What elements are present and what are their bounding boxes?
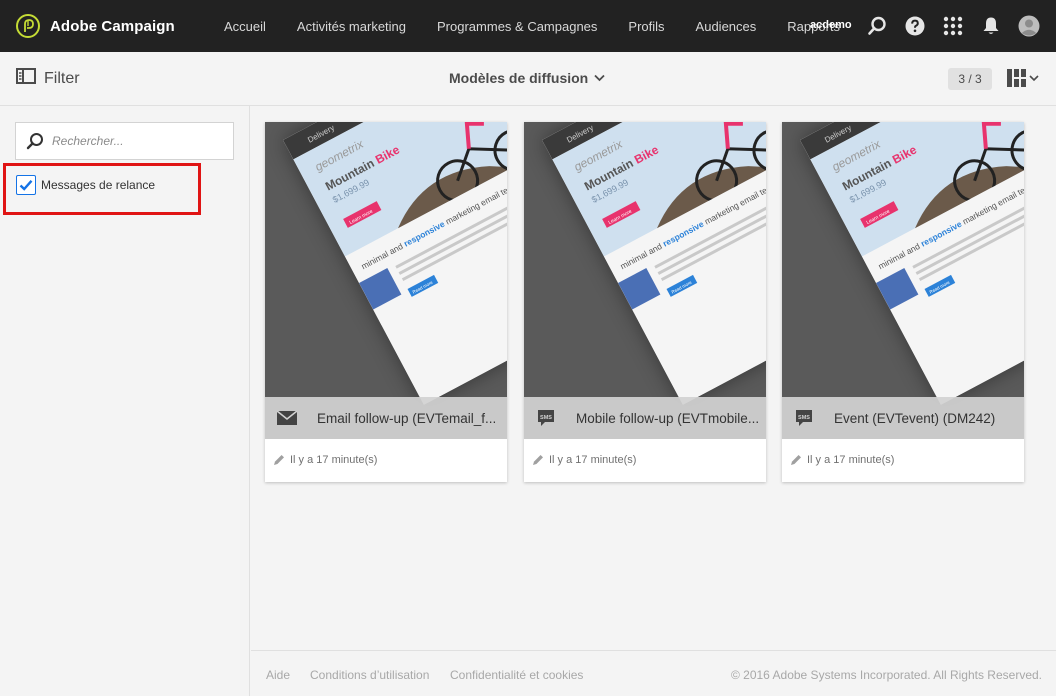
- last-modified: Il y a 17 minute(s): [290, 454, 378, 466]
- template-caption: SMS Event (EVTevent) (DM242): [782, 397, 1024, 439]
- filter-label: Filter: [44, 69, 80, 87]
- bell-icon[interactable]: [979, 14, 1003, 38]
- template-thumbnail: Delivery geometrix Mountain Bike $1,699.…: [524, 122, 766, 439]
- messages-de-relance-checkbox[interactable]: [16, 175, 36, 195]
- email-preview-image: Delivery geometrix Mountain Bike $1,699.…: [542, 122, 766, 405]
- last-modified: Il y a 17 minute(s): [807, 454, 895, 466]
- card-meta: Il y a 17 minute(s): [273, 454, 377, 466]
- sms-icon: SMS: [524, 409, 568, 427]
- footer: Aide Conditions d’utilisation Confidenti…: [251, 650, 1056, 696]
- brand[interactable]: Adobe Campaign: [16, 14, 175, 38]
- card-meta: Il y a 17 minute(s): [790, 454, 894, 466]
- template-caption: SMS Mobile follow-up (EVTmobile...: [524, 397, 766, 439]
- adobe-campaign-logo-icon: [16, 14, 40, 38]
- checkmark-icon: [19, 179, 33, 191]
- footer-link-aide[interactable]: Aide: [266, 668, 290, 682]
- email-preview-image: Delivery geometrix Mountain Bike $1,699.…: [800, 122, 1024, 405]
- nav-item-audiences[interactable]: Audiences: [696, 19, 757, 34]
- template-title: Event (EVTevent) (DM242): [834, 410, 996, 426]
- count-badge: 3 / 3: [948, 68, 992, 90]
- svg-text:SMS: SMS: [540, 415, 552, 421]
- card-meta: Il y a 17 minute(s): [532, 454, 636, 466]
- search-box[interactable]: [15, 122, 234, 160]
- template-title: Mobile follow-up (EVTmobile...: [576, 410, 760, 426]
- pencil-icon: [790, 454, 802, 466]
- app-grid-icon[interactable]: [941, 14, 965, 38]
- chevron-down-icon: [594, 74, 605, 82]
- sub-header: Filter Modèles de diffusion 3 / 3: [0, 52, 1056, 106]
- top-navigation-bar: Adobe Campaign Accueil Activités marketi…: [0, 0, 1056, 52]
- template-thumbnail: Delivery geometrix Mountain Bike $1,699.…: [265, 122, 507, 439]
- footer-link-conditions[interactable]: Conditions d’utilisation: [310, 668, 429, 682]
- template-caption: Email follow-up (EVTemail_f...: [265, 397, 507, 439]
- nav-item-profils[interactable]: Profils: [628, 19, 664, 34]
- filter-option-messages-de-relance[interactable]: Messages de relance: [3, 163, 201, 215]
- svg-text:SMS: SMS: [798, 415, 810, 421]
- template-card[interactable]: Delivery geometrix Mountain Bike $1,699.…: [265, 122, 507, 482]
- copyright: © 2016 Adobe Systems Incorporated. All R…: [730, 668, 1042, 682]
- footer-link-confidentialite[interactable]: Confidentialité et cookies: [450, 668, 583, 682]
- view-switch-button[interactable]: [1007, 69, 1039, 87]
- sms-icon: SMS: [782, 409, 826, 427]
- last-modified: Il y a 17 minute(s): [549, 454, 637, 466]
- view-title: Modèles de diffusion: [449, 70, 589, 86]
- user-name: acdemo: [810, 19, 852, 31]
- card-view-icon: [1007, 69, 1026, 87]
- filter-toggle-button[interactable]: Filter: [16, 68, 80, 89]
- pencil-icon: [273, 454, 285, 466]
- search-icon: [26, 132, 44, 150]
- filter-option-label: Messages de relance: [41, 178, 156, 192]
- email-preview-image: Delivery geometrix Mountain Bike $1,699.…: [283, 122, 507, 405]
- pencil-icon: [532, 454, 544, 466]
- nav-item-accueil[interactable]: Accueil: [224, 19, 266, 34]
- template-card[interactable]: Delivery geometrix Mountain Bike $1,699.…: [782, 122, 1024, 482]
- search-icon[interactable]: [865, 14, 889, 38]
- help-icon[interactable]: [903, 14, 927, 38]
- filter-panel-icon: [16, 68, 36, 89]
- user-avatar-icon[interactable]: [1017, 14, 1041, 38]
- chevron-down-icon: [1029, 74, 1039, 82]
- app-name: Adobe Campaign: [50, 17, 175, 35]
- search-input[interactable]: [52, 134, 222, 148]
- main-nav: Accueil Activités marketing Programmes &…: [224, 0, 840, 52]
- nav-item-programmes-campagnes[interactable]: Programmes & Campagnes: [437, 19, 597, 34]
- view-title-dropdown[interactable]: Modèles de diffusion: [449, 70, 605, 86]
- template-grid: Delivery geometrix Mountain Bike $1,699.…: [251, 106, 1056, 650]
- template-title: Email follow-up (EVTemail_f...: [317, 410, 497, 426]
- envelope-icon: [265, 411, 309, 425]
- filter-panel: Messages de relance: [0, 106, 250, 696]
- nav-item-activites-marketing[interactable]: Activités marketing: [297, 19, 406, 34]
- template-card[interactable]: Delivery geometrix Mountain Bike $1,699.…: [524, 122, 766, 482]
- template-thumbnail: Delivery geometrix Mountain Bike $1,699.…: [782, 122, 1024, 439]
